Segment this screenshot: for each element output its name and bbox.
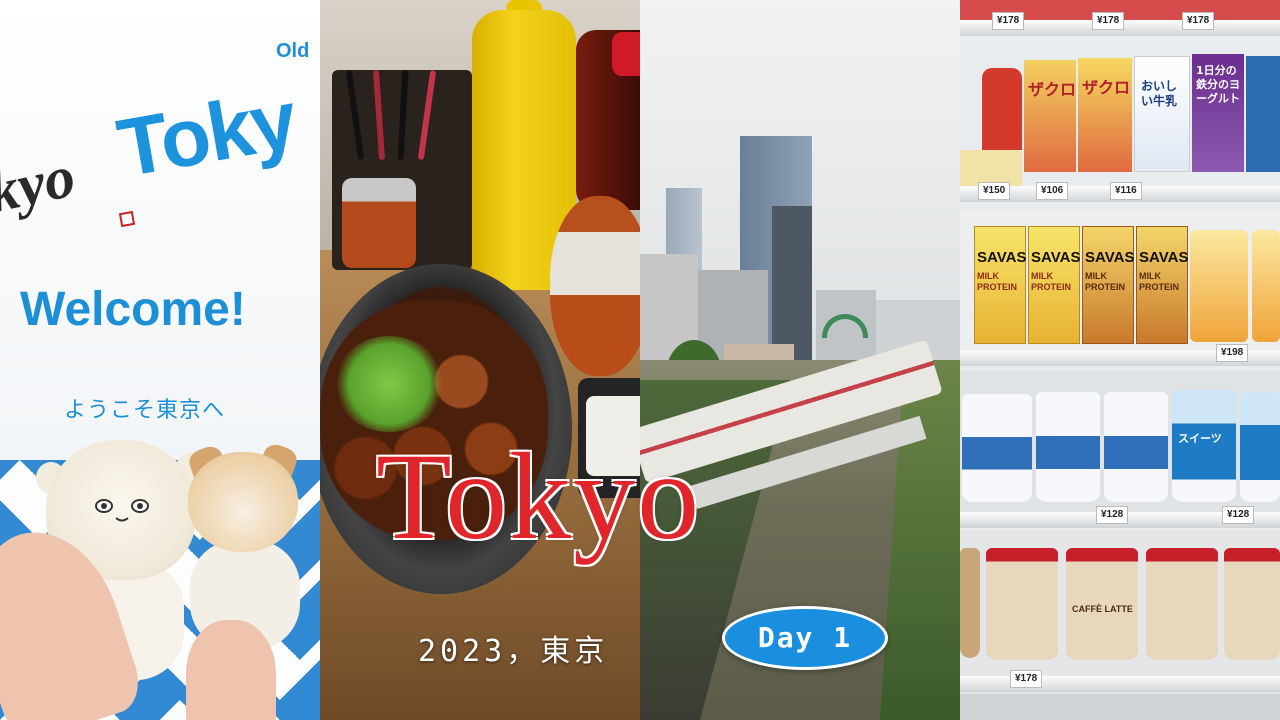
convenience-store-shelf-photo: ¥178 ¥178 ¥178 ザクロ ザクロ おいしい牛乳 1日分の鉄分のヨーグ… xyxy=(960,0,1280,720)
yogurt-carton: 1日分の鉄分のヨーグルト xyxy=(1192,54,1244,172)
tan-plush-toy xyxy=(188,452,298,552)
chopstick xyxy=(397,69,409,161)
spice-shaker xyxy=(342,178,416,268)
plush-face-icon xyxy=(95,499,149,522)
cup-label: スイーツ xyxy=(1178,432,1222,445)
carton-label: MILK PROTEIN xyxy=(1139,271,1180,292)
sauce-cap xyxy=(612,32,640,76)
carton-label: MILK PROTEIN xyxy=(1031,271,1072,292)
carton-brand: SAVAS xyxy=(977,249,1027,266)
carton-label: MILK PROTEIN xyxy=(977,271,1018,292)
hand xyxy=(186,620,276,720)
carton-label: ザクロ xyxy=(1028,80,1077,99)
chopstick xyxy=(417,70,437,160)
video-subtitle: 2023，東京 xyxy=(418,634,609,669)
lower-shelf xyxy=(960,694,1280,720)
food-photo xyxy=(320,0,640,720)
yogurt-cup xyxy=(1240,392,1280,502)
yogurt-cup xyxy=(1036,392,1100,502)
carton-label: MILK PROTEIN xyxy=(1085,271,1126,292)
jelly-drink xyxy=(1190,230,1248,342)
product-pack xyxy=(960,150,1022,186)
coffee-cup: CAFFÈ LATTE xyxy=(1066,548,1138,660)
price-tag: ¥116 xyxy=(1110,182,1142,200)
price-tag: ¥178 xyxy=(1010,670,1043,688)
milk-carton: おいしい牛乳 xyxy=(1134,56,1190,172)
price-tag: ¥106 xyxy=(1036,182,1069,200)
yogurt-cup xyxy=(1104,392,1168,502)
drink-carton: ザクロ xyxy=(1078,58,1132,172)
price-tag: ¥178 xyxy=(992,12,1025,30)
coffee-cup xyxy=(1224,548,1280,660)
price-tag: ¥150 xyxy=(978,182,1011,200)
price-tag: ¥128 xyxy=(1096,506,1129,524)
carton-brand: SAVAS xyxy=(1031,249,1081,266)
price-tag: ¥178 xyxy=(1092,12,1125,30)
coffee-cup xyxy=(1146,548,1218,660)
jelly-drink xyxy=(1252,230,1280,342)
drink-carton xyxy=(1246,56,1280,172)
protein-drink-carton: SAVAS MILK PROTEIN xyxy=(1082,226,1134,344)
sign-welcome: Welcome! xyxy=(20,283,246,336)
cup-label: CAFFÈ LATTE xyxy=(1072,604,1133,614)
sign-stamp-icon xyxy=(118,210,136,228)
carton-label: 1日分の鉄分のヨーグルト xyxy=(1196,64,1240,105)
protein-drink-carton: SAVAS MILK PROTEIN xyxy=(974,226,1026,344)
carton-brand: SAVAS xyxy=(1085,249,1135,266)
coffee-cup xyxy=(960,548,980,658)
day-badge: Day 1 xyxy=(722,606,888,670)
chopstick xyxy=(372,69,386,161)
coffee-cup xyxy=(986,548,1058,660)
ceramic-jar xyxy=(550,196,640,376)
plush-face xyxy=(78,490,168,530)
sign-old-text: Old xyxy=(276,40,310,62)
price-tag: ¥128 xyxy=(1222,506,1255,524)
price-tag: ¥178 xyxy=(1182,12,1215,30)
welcome-sign-photo: Old Toky kyo Welcome! ようこそ東京へ xyxy=(0,0,320,720)
video-title: Tokyo xyxy=(376,428,702,565)
yogurt-cup xyxy=(962,394,1032,502)
sign-welcome-japanese: ようこそ東京へ xyxy=(64,398,226,423)
shelf xyxy=(960,676,1280,692)
drink-carton: ザクロ xyxy=(1024,60,1076,172)
chopstick xyxy=(345,70,365,160)
carton-brand: SAVAS xyxy=(1139,249,1189,266)
yogurt-cup: スイーツ xyxy=(1172,390,1236,502)
green-onion-garnish xyxy=(334,336,444,432)
carton-label: おいしい牛乳 xyxy=(1141,79,1178,108)
price-tag: ¥198 xyxy=(1216,344,1249,362)
protein-drink-carton: SAVAS MILK PROTEIN xyxy=(1136,226,1188,344)
carton-label: ザクロ xyxy=(1082,78,1131,97)
protein-drink-carton: SAVAS MILK PROTEIN xyxy=(1028,226,1080,344)
